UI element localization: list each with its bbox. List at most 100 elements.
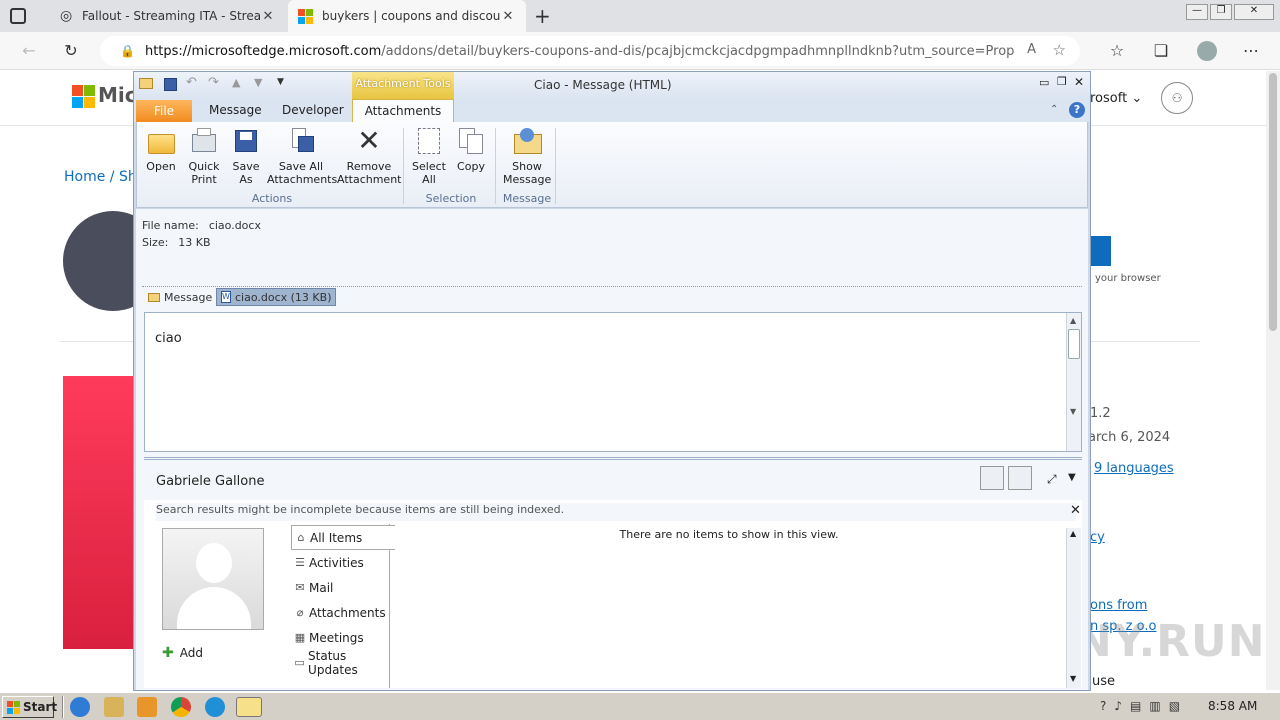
expand-icon[interactable]: ⤢ (1047, 472, 1057, 487)
nav-activities[interactable]: ☰ Activities (291, 550, 395, 575)
size-row: Size: 13 KB (142, 236, 211, 249)
start-button[interactable]: Start (2, 696, 57, 718)
nav-attachments[interactable]: ⌀ Attachments (291, 600, 395, 625)
minimize-icon[interactable]: — (1186, 4, 1208, 20)
close-window-icon[interactable]: ✕ (1074, 75, 1084, 89)
minimize-icon[interactable]: ▭ (1039, 76, 1049, 89)
microsoft-menu[interactable]: rosoft ⌄ (1090, 91, 1142, 106)
help-tray-icon[interactable]: ? (1100, 699, 1106, 713)
brand-name: Mic (98, 83, 137, 107)
breadcrumb-home[interactable]: Home (64, 169, 105, 185)
close-notice-icon[interactable]: ✕ (1070, 503, 1081, 518)
scroll-down-icon[interactable]: ▼ (1070, 674, 1076, 683)
security-icon[interactable]: ▥ (1149, 699, 1160, 713)
url-bar[interactable]: 🔒 https://microsoftedge.microsoft.com/ad… (100, 36, 1080, 66)
close-tab-icon[interactable]: ✕ (260, 9, 276, 24)
scroll-thumb[interactable] (1068, 329, 1080, 359)
add-contact-button[interactable]: ✚ Add (162, 645, 203, 661)
tab-message[interactable]: Message (209, 103, 262, 117)
help-icon[interactable]: ? (1069, 102, 1085, 118)
close-window-icon[interactable]: ✕ (1234, 4, 1274, 20)
tab-file[interactable]: File (136, 100, 192, 122)
customize-toolbar-icon[interactable]: ▼ (277, 77, 284, 87)
profile-avatar[interactable] (1197, 41, 1217, 61)
save-as-label-2: As (239, 173, 253, 186)
contact-photo-icon[interactable] (1008, 466, 1032, 490)
maximize-icon[interactable]: ❐ (1057, 75, 1067, 88)
edge-icon[interactable] (205, 697, 225, 717)
get-button[interactable] (1089, 236, 1111, 266)
quick-print-button[interactable]: Quick Print (185, 126, 223, 186)
privacy-link[interactable]: cy (1090, 530, 1105, 545)
tab-actions-icon[interactable] (10, 8, 26, 24)
refresh-icon[interactable]: ↻ (60, 40, 82, 62)
remove-label-2: Attachment (337, 173, 402, 186)
page-scrollbar[interactable] (1266, 71, 1280, 690)
languages-link[interactable]: 9 languages (1094, 461, 1174, 476)
favorites-icon[interactable]: ☆ (1106, 40, 1128, 62)
save-all-attachments-button[interactable]: Save All Attachments (267, 126, 337, 186)
close-tab-icon[interactable]: ✕ (500, 9, 516, 24)
nav-status-updates[interactable]: ▭ Status Updates (291, 649, 395, 677)
restore-icon[interactable]: ❐ (1210, 4, 1232, 20)
ie-icon[interactable] (70, 697, 90, 717)
pane-splitter[interactable] (144, 457, 1082, 460)
undo-icon[interactable]: ↶ (186, 75, 197, 90)
taskbar: Start ? ♪ ▤ ▥ ▧ 8:58 AM (0, 692, 1280, 720)
chevron-down-icon[interactable]: ▼ (1068, 472, 1076, 483)
message-body-area: File name: ciao.docx Size: 13 KB Message W… (136, 209, 1088, 690)
message-preview[interactable]: ciao ▲ ▼ (144, 312, 1082, 452)
new-tab-icon[interactable]: + (534, 4, 551, 28)
back-icon[interactable]: ← (18, 40, 40, 62)
save-icon[interactable] (164, 78, 177, 91)
show-message-button[interactable]: Show Message (503, 126, 551, 186)
more-from-link[interactable]: ons from (1090, 598, 1147, 613)
tab-fallout[interactable]: ◎ Fallout - Streaming ITA - Streami ✕ (50, 0, 286, 32)
copy-button[interactable]: Copy (453, 126, 489, 173)
items-scrollbar[interactable]: ▲ ▼ (1066, 528, 1081, 688)
select-all-button[interactable]: Select All (409, 126, 449, 186)
account-icon[interactable]: ⚇ (1161, 82, 1193, 114)
chrome-icon[interactable] (171, 697, 191, 717)
tab-buykers[interactable]: buykers | coupons and discount ✕ (288, 0, 526, 32)
tab-title: buykers | coupons and discount (322, 9, 500, 23)
file-name-label: File name: (142, 219, 199, 232)
more-menu-icon[interactable]: ⋯ (1240, 40, 1262, 62)
scroll-up-icon[interactable]: ▲ (1070, 529, 1076, 538)
file-name-value: ciao.docx (208, 219, 261, 232)
remove-attachment-button[interactable]: ✕ Remove Attachment (337, 126, 402, 187)
redo-icon[interactable]: ↷ (208, 75, 219, 90)
browser-note: your browser (1095, 273, 1161, 284)
volume-icon[interactable]: ♪ (1114, 699, 1122, 713)
collapse-ribbon-icon[interactable]: ⌃ (1050, 104, 1058, 115)
network-icon[interactable]: ▤ (1130, 699, 1141, 713)
read-aloud-icon[interactable]: A (1027, 42, 1036, 57)
nav-all-items[interactable]: ⌂ All Items (291, 525, 395, 550)
explorer-icon[interactable] (104, 697, 124, 717)
group-separator (495, 128, 496, 204)
tab-attachments[interactable]: Attachments (352, 99, 454, 123)
down-arrow-icon[interactable]: ▼ (254, 76, 262, 89)
attachment-chip[interactable]: Wciao.docx (13 KB) (216, 288, 337, 306)
open-button[interactable]: Open (143, 126, 179, 173)
tab-developer[interactable]: Developer (282, 103, 344, 117)
mail-icon: ✉ (295, 581, 305, 594)
nav-meetings[interactable]: ▦ Meetings (291, 625, 395, 650)
message-item-tab[interactable]: Message (148, 291, 212, 304)
media-player-icon[interactable] (137, 697, 157, 717)
nav-mail[interactable]: ✉ Mail (291, 575, 395, 600)
scrollbar-thumb[interactable] (1269, 73, 1277, 331)
contact-photo-icon[interactable] (980, 466, 1004, 490)
notification-icon[interactable]: ▧ (1169, 699, 1180, 713)
scroll-up-icon[interactable]: ▲ (1070, 316, 1076, 325)
add-favorite-icon[interactable]: ☆ (1053, 41, 1066, 59)
up-arrow-icon[interactable]: ▲ (232, 76, 240, 89)
collections-icon[interactable]: ❏ (1150, 40, 1172, 62)
save-as-button[interactable]: Save As (229, 126, 263, 186)
paperclip-icon: ⌀ (296, 606, 304, 619)
outlook-taskbar-icon[interactable] (236, 697, 262, 717)
scroll-down-icon[interactable]: ▼ (1070, 407, 1076, 416)
preview-scrollbar[interactable]: ▲ ▼ (1066, 313, 1081, 451)
terms-fragment: use (1092, 674, 1116, 689)
folder-open-icon (146, 126, 176, 158)
